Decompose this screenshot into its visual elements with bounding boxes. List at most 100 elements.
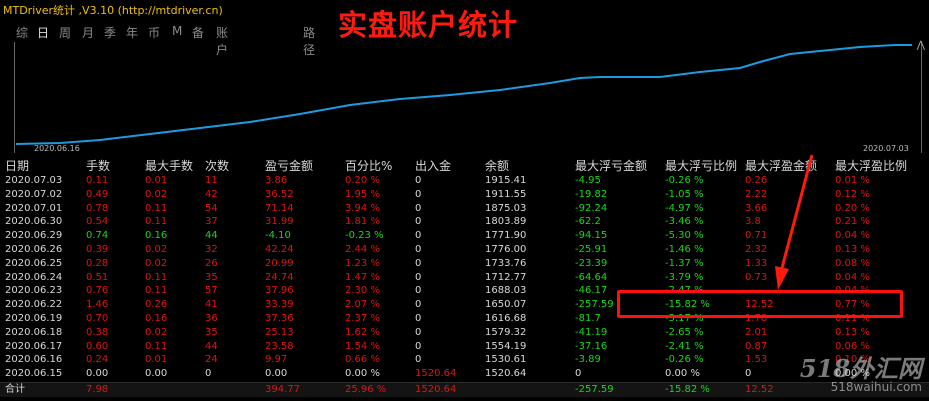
cell-max-float-loss: -23.39 bbox=[575, 257, 608, 269]
header-max-float-loss[interactable]: 最大浮亏金额 bbox=[575, 157, 647, 174]
table-row[interactable]: 2020.06.29 0.74 0.16 44 -4.10 -0.23 % 0 1771.90… bbox=[0, 229, 929, 242]
cell-balance: 1520.64 bbox=[485, 368, 527, 380]
header-percent[interactable]: 百分比% bbox=[345, 157, 392, 174]
cell-date: 2020.07.03 bbox=[5, 175, 63, 186]
cell-deposit: 0 bbox=[415, 340, 422, 352]
cell-pnl: 9.97 bbox=[265, 354, 288, 366]
cell-balance: 1616.68 bbox=[485, 313, 527, 324]
cell-pnl: 42.24 bbox=[265, 244, 294, 255]
cell-lots: 0.60 bbox=[86, 340, 109, 352]
cell-lots: 0.54 bbox=[86, 216, 109, 228]
cell-count: 42 bbox=[205, 188, 218, 200]
cell-pnl: 31.99 bbox=[265, 216, 294, 228]
cell-max-float-loss-pct: -1.46 % bbox=[665, 244, 704, 255]
table-row[interactable]: 2020.07.03 0.11 0.01 11 3.86 0.20 % 0 1915.41 -4… bbox=[0, 174, 929, 187]
table-row[interactable]: 2020.06.30 0.54 0.11 37 31.99 1.81 % 0 1803.89 -… bbox=[0, 215, 929, 228]
cell-percent: 0.66 % bbox=[345, 354, 380, 366]
tab-year[interactable]: 年 bbox=[126, 24, 138, 41]
cell-percent: 0.20 % bbox=[345, 175, 380, 186]
cell-max-float-profit-pct: 0.13 % bbox=[835, 244, 870, 255]
header-lots[interactable]: 手数 bbox=[86, 157, 110, 174]
watermark: 518外汇网 518waihui.com bbox=[788, 349, 928, 399]
cell-date: 2020.06.29 bbox=[5, 230, 63, 242]
cell-balance: 1911.55 bbox=[485, 188, 527, 200]
cell-max-float-profit: 0.71 bbox=[745, 230, 768, 242]
cell-pnl: 71.14 bbox=[265, 202, 294, 214]
cell-lots: 0.28 bbox=[86, 257, 109, 269]
cell-percent: 2.30 % bbox=[345, 285, 380, 297]
tab-overview[interactable]: 综 bbox=[16, 24, 28, 41]
balance-curve bbox=[15, 44, 912, 145]
cell-lots: 0.24 bbox=[86, 354, 109, 366]
cell-max-float-loss-pct: 0.00 % bbox=[665, 368, 700, 380]
cell-max-lots: 0.00 bbox=[145, 368, 168, 380]
cell-max-float-loss: -64.64 bbox=[575, 271, 608, 283]
cell-max-float-profit: 0 bbox=[745, 368, 752, 380]
cell-max-float-loss-pct: -3.46 % bbox=[665, 216, 704, 228]
cell-date: 2020.06.18 bbox=[5, 326, 63, 338]
cell-lots: 0.39 bbox=[86, 244, 109, 255]
cell-max-float-profit: 2.22 bbox=[745, 188, 768, 200]
total-max-float-loss-pct: -15.82 % bbox=[665, 384, 710, 395]
cell-max-float-loss: -62.2 bbox=[575, 216, 601, 228]
header-deposit[interactable]: 出入金 bbox=[415, 157, 451, 174]
cell-pnl: 36.52 bbox=[265, 188, 294, 200]
cell-deposit: 0 bbox=[415, 313, 422, 324]
header-max-float-loss-pct[interactable]: 最大浮亏比例 bbox=[665, 157, 737, 174]
header-pnl[interactable]: 盈亏金额 bbox=[265, 157, 313, 174]
cell-date: 2020.06.25 bbox=[5, 257, 63, 269]
cell-balance: 1733.76 bbox=[485, 257, 527, 269]
cell-max-lots: 0.11 bbox=[145, 202, 168, 214]
cell-date: 2020.06.19 bbox=[5, 313, 63, 324]
cell-percent: 3.94 % bbox=[345, 202, 380, 214]
tab-month[interactable]: 月 bbox=[82, 24, 94, 41]
cell-max-float-loss: -41.19 bbox=[575, 326, 608, 338]
tab-note[interactable]: 备 bbox=[192, 24, 204, 41]
cell-max-float-loss: -19.82 bbox=[575, 188, 608, 200]
cell-count: 0 bbox=[205, 368, 212, 380]
tab-currency[interactable]: 币 bbox=[148, 24, 160, 41]
tab-week[interactable]: 周 bbox=[59, 24, 71, 41]
header-max-float-profit[interactable]: 最大浮盈金额 bbox=[745, 157, 817, 174]
cell-max-float-loss-pct: -1.37 % bbox=[665, 257, 704, 269]
cell-balance: 1650.07 bbox=[485, 299, 527, 311]
total-pnl: 394.77 bbox=[265, 384, 300, 395]
cell-count: 57 bbox=[205, 285, 218, 297]
cell-deposit: 0 bbox=[415, 175, 422, 186]
tab-magic[interactable]: M bbox=[172, 24, 182, 38]
cell-date: 2020.06.26 bbox=[5, 244, 63, 255]
table-row[interactable]: 2020.07.02 0.49 0.02 42 36.52 1.95 % 0 1911.55 -… bbox=[0, 188, 929, 201]
cell-balance: 1688.03 bbox=[485, 285, 527, 297]
cell-max-float-profit: 1.33 bbox=[745, 257, 768, 269]
table-row[interactable]: 2020.06.18 0.38 0.02 35 25.13 1.62 % 0 1579.32 -… bbox=[0, 326, 929, 339]
header-date[interactable]: 日期 bbox=[5, 157, 29, 174]
cell-max-lots: 0.11 bbox=[145, 216, 168, 228]
cell-lots: 0.00 bbox=[86, 368, 109, 380]
header-balance[interactable]: 余额 bbox=[485, 157, 509, 174]
cell-count: 44 bbox=[205, 340, 218, 352]
collapse-chart-icon[interactable]: ⋀ bbox=[917, 40, 925, 51]
table-row[interactable]: 2020.06.25 0.28 0.02 26 20.99 1.23 % 0 1733.76 -… bbox=[0, 257, 929, 270]
cell-max-float-loss: -94.15 bbox=[575, 230, 608, 242]
cell-percent: 1.62 % bbox=[345, 326, 380, 338]
balance-chart: 2020.06.16 2020.07.03 ⋀ bbox=[0, 40, 929, 157]
tab-quarter[interactable]: 季 bbox=[104, 24, 116, 41]
header-count[interactable]: 次数 bbox=[205, 157, 229, 174]
table-row[interactable]: 2020.06.24 0.51 0.11 35 24.74 1.47 % 0 1712.77 -… bbox=[0, 271, 929, 284]
chart-start-date: 2020.06.16 bbox=[34, 144, 80, 153]
cell-deposit: 0 bbox=[415, 244, 422, 255]
cell-deposit: 0 bbox=[415, 230, 422, 242]
cell-count: 36 bbox=[205, 313, 218, 324]
header-max-float-profit-pct[interactable]: 最大浮盈比例 bbox=[835, 157, 907, 174]
cell-max-float-profit: 2.32 bbox=[745, 244, 768, 255]
cell-percent: 1.23 % bbox=[345, 257, 380, 269]
tab-day[interactable]: 日 bbox=[37, 24, 49, 41]
cell-pnl: 23.58 bbox=[265, 340, 294, 352]
cell-deposit: 0 bbox=[415, 326, 422, 338]
table-row[interactable]: 2020.06.26 0.39 0.02 32 42.24 2.44 % 0 1776.00 -… bbox=[0, 243, 929, 256]
header-max-lots[interactable]: 最大手数 bbox=[145, 157, 193, 174]
cell-deposit: 1520.64 bbox=[415, 368, 457, 380]
cell-max-float-loss-pct: -1.05 % bbox=[665, 188, 704, 200]
table-row[interactable]: 2020.07.01 0.78 0.11 54 71.14 3.94 % 0 1875.03 -… bbox=[0, 202, 929, 215]
cell-percent: -0.23 % bbox=[345, 230, 384, 242]
